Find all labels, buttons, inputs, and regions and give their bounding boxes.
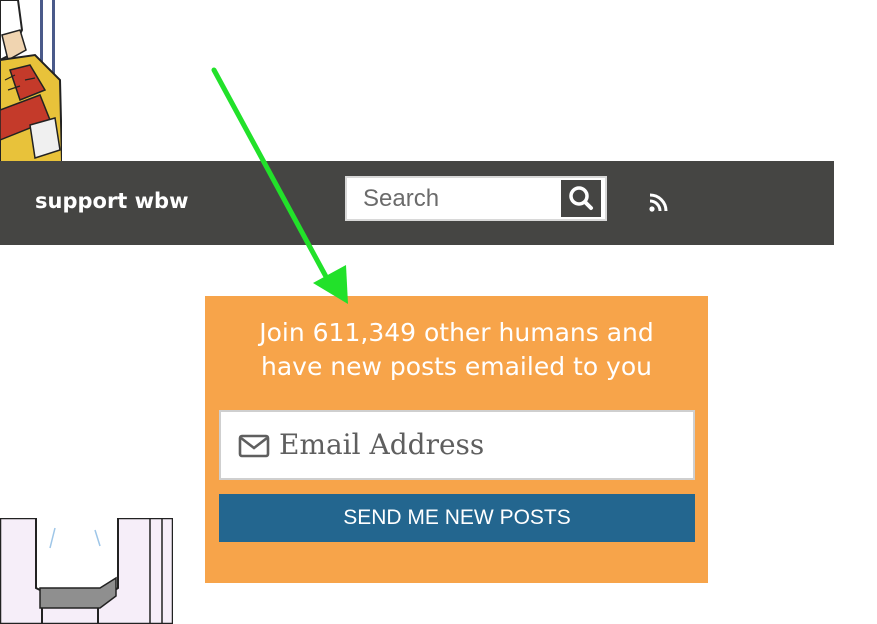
search-input[interactable] (347, 178, 561, 219)
search-box (345, 176, 607, 221)
subscribe-message: Join 611,349 other humans and have new p… (205, 316, 708, 384)
top-nav-bar: support wbw (0, 161, 834, 245)
search-icon (569, 186, 593, 210)
support-wbw-link[interactable]: support wbw (35, 189, 188, 213)
cartoon-figure-illustration (0, 518, 173, 624)
rss-icon[interactable] (647, 192, 669, 218)
subscribe-line-2: have new posts emailed to you (261, 352, 652, 381)
email-placeholder: Email Address (279, 428, 485, 461)
cartoon-king-illustration (0, 0, 62, 162)
search-button[interactable] (561, 180, 601, 217)
send-me-new-posts-button[interactable]: SEND ME NEW POSTS (219, 494, 695, 542)
subscribe-line-1: Join 611,349 other humans and (259, 318, 654, 347)
envelope-icon (238, 433, 270, 463)
email-field[interactable]: Email Address (219, 410, 695, 480)
email-subscribe-box: Join 611,349 other humans and have new p… (205, 296, 708, 583)
